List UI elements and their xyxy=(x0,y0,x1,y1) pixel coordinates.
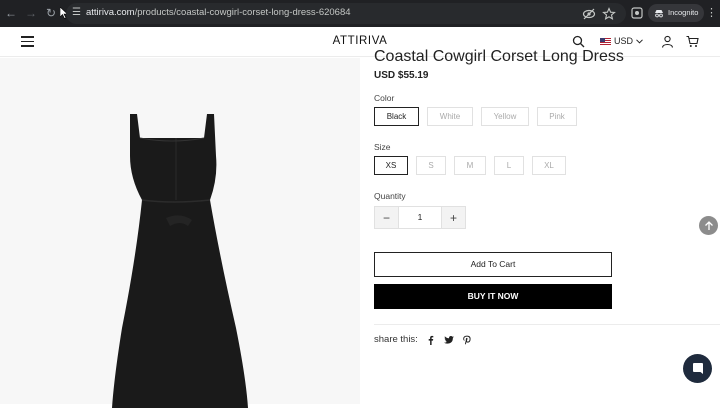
color-option-yellow[interactable]: Yellow xyxy=(481,107,529,126)
twitter-icon[interactable] xyxy=(443,335,454,345)
reload-icon[interactable]: ↻ xyxy=(44,6,58,20)
forward-icon[interactable]: → xyxy=(24,6,38,20)
product-details: Coastal Cowgirl Corset Long Dress USD $5… xyxy=(374,48,720,404)
color-options: Black White Yellow Pink xyxy=(374,107,577,126)
size-option-xs[interactable]: XS xyxy=(374,156,408,175)
url-text[interactable]: attiriva.com/products/coastal-cowgirl-co… xyxy=(86,7,351,18)
incognito-label: Incognito xyxy=(668,8,699,17)
url-path: /products/coastal-cowgirl-corset-long-dr… xyxy=(134,7,351,18)
facebook-icon[interactable] xyxy=(426,335,436,345)
back-to-top-button[interactable] xyxy=(699,216,718,235)
star-icon[interactable] xyxy=(602,7,616,21)
quantity-stepper: − 1 + xyxy=(374,206,466,229)
color-option-black[interactable]: Black xyxy=(374,107,419,126)
user-icon[interactable] xyxy=(661,35,674,48)
product-image[interactable] xyxy=(0,58,360,408)
us-flag-icon xyxy=(600,37,611,45)
eye-off-icon[interactable] xyxy=(582,7,596,21)
currency-label: USD xyxy=(614,36,634,46)
divider xyxy=(374,324,720,325)
add-to-cart-button[interactable]: Add To Cart xyxy=(374,252,612,277)
size-label: Size xyxy=(374,142,391,152)
incognito-icon xyxy=(655,10,663,18)
size-option-l[interactable]: L xyxy=(494,156,524,175)
site-info-icon[interactable]: ☰ xyxy=(72,7,84,19)
arrow-up-icon xyxy=(704,220,713,230)
extension-icon[interactable] xyxy=(630,6,644,20)
size-option-s[interactable]: S xyxy=(416,156,446,175)
currency-selector[interactable]: USD xyxy=(600,36,643,46)
size-option-m[interactable]: M xyxy=(454,156,486,175)
product-title: Coastal Cowgirl Corset Long Dress xyxy=(374,48,624,65)
pinterest-icon[interactable] xyxy=(462,335,472,345)
dress-image xyxy=(112,114,248,408)
size-option-xl[interactable]: XL xyxy=(532,156,566,175)
quantity-input[interactable]: 1 xyxy=(398,207,442,228)
size-options: XS S M L XL xyxy=(374,156,566,175)
color-label: Color xyxy=(374,93,395,103)
chat-icon xyxy=(692,362,703,374)
browser-toolbar: ← → ↻ ☰ attiriva.com/products/coastal-co… xyxy=(0,0,720,27)
quantity-label: Quantity xyxy=(374,191,406,201)
chevron-down-icon xyxy=(636,38,643,44)
quantity-increase-button[interactable]: + xyxy=(442,207,465,228)
buy-now-button[interactable]: BUY IT NOW xyxy=(374,284,612,309)
cart-icon[interactable] xyxy=(686,35,699,48)
color-option-white[interactable]: White xyxy=(427,107,473,126)
url-domain: attiriva.com xyxy=(86,7,135,18)
more-options-icon[interactable]: ⋮ xyxy=(706,6,717,19)
address-bar[interactable]: ☰ attiriva.com/products/coastal-cowgirl-… xyxy=(66,3,626,24)
search-icon[interactable] xyxy=(572,35,585,48)
share-row: share this: xyxy=(374,334,472,345)
product-price: USD $55.19 xyxy=(374,70,429,81)
share-label: share this: xyxy=(374,334,418,345)
color-option-pink[interactable]: Pink xyxy=(537,107,577,126)
back-icon[interactable]: ← xyxy=(4,6,18,20)
chat-button[interactable] xyxy=(683,354,712,383)
quantity-decrease-button[interactable]: − xyxy=(375,207,398,228)
incognito-badge[interactable]: Incognito xyxy=(648,4,705,22)
